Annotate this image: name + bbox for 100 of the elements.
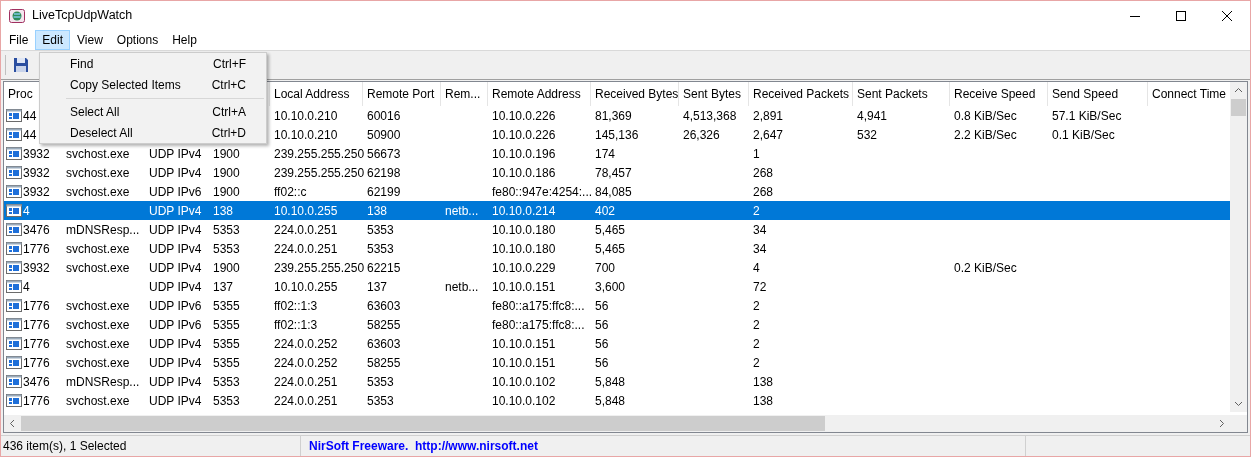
- table-cell-text: 224.0.0.252: [274, 354, 338, 372]
- table-cell[interactable]: 1776: [23, 353, 50, 372]
- table-cell[interactable]: 3932: [23, 258, 50, 277]
- table-cell-text: 5353: [367, 221, 394, 239]
- table-cell[interactable]: 44: [23, 106, 37, 125]
- table-cell-text: 268: [753, 183, 774, 201]
- table-cell-text: 50900: [367, 126, 401, 144]
- column-header[interactable]: Received Bytes: [591, 82, 679, 106]
- table-cell-text: 56: [595, 335, 609, 353]
- column-header[interactable]: Send Speed: [1048, 82, 1148, 106]
- table-cell-text: 10.10.0.151: [492, 278, 556, 296]
- table-cell-text: UDP IPv4: [149, 392, 202, 410]
- table-cell[interactable]: 1776: [23, 296, 50, 315]
- table-cell-text: svchost.exe: [66, 335, 130, 353]
- table-cell-text: 10.10.0.102: [492, 392, 556, 410]
- window-icon: [6, 356, 22, 369]
- table-cell-text: fe80::a175:ffc8:...: [492, 297, 585, 315]
- table-cell-text: 2,891: [753, 107, 784, 125]
- window-icon: [6, 109, 22, 122]
- menu-item[interactable]: View: [70, 30, 110, 50]
- table-cell[interactable]: 3476: [23, 220, 50, 239]
- website-link[interactable]: NirSoft Freeware. http://www.nirsoft.net: [303, 437, 538, 455]
- column-header[interactable]: Sent Packets: [853, 82, 950, 106]
- table-cell-text: netb...: [445, 202, 479, 220]
- table-cell-text: 63603: [367, 335, 401, 353]
- table-cell-text: 1900: [213, 145, 240, 163]
- table-cell-text: 700: [595, 259, 616, 277]
- table-cell-text: UDP IPv6: [149, 316, 202, 334]
- table-cell[interactable]: 3932: [23, 182, 50, 201]
- shortcut-text: Ctrl+F: [213, 55, 246, 73]
- table-cell-text: UDP IPv4: [149, 278, 202, 296]
- table-cell-text: 56: [595, 316, 609, 334]
- table-cell-text: 10.10.0.180: [492, 240, 556, 258]
- window-title: LiveTcpUdpWatch: [32, 7, 133, 25]
- table-cell-text: 224.0.0.251: [274, 240, 338, 258]
- window-icon: [6, 337, 22, 350]
- table-cell-text: 145,136: [595, 126, 639, 144]
- table-cell[interactable]: 3932: [23, 144, 50, 163]
- table-cell[interactable]: 1776: [23, 391, 50, 410]
- menu-option[interactable]: Deselect All Ctrl+D: [40, 122, 266, 143]
- menu-item[interactable]: File: [2, 30, 36, 50]
- window-icon: [6, 299, 22, 312]
- table-cell-text: 34: [753, 240, 767, 258]
- shortcut-text: Ctrl+C: [211, 76, 246, 94]
- column-header[interactable]: Receive Speed: [950, 82, 1048, 106]
- table-cell[interactable]: 1776: [23, 334, 50, 353]
- window-icon: [6, 394, 22, 407]
- table-cell-text: 10.10.0.180: [492, 221, 556, 239]
- table-cell-text: 56: [595, 297, 609, 315]
- table-cell[interactable]: 1776: [23, 239, 50, 258]
- table-cell-text: 5353: [367, 373, 394, 391]
- window-icon: [6, 166, 22, 179]
- table-cell-text: UDP IPv4: [149, 373, 202, 391]
- table-cell-text: 1900: [213, 183, 240, 201]
- table-cell-text: 62199: [367, 183, 401, 201]
- table-cell-text: 224.0.0.251: [274, 373, 338, 391]
- menu-item[interactable]: Edit: [35, 30, 71, 50]
- column-header[interactable]: Received Packets: [749, 82, 853, 106]
- table-cell-text: 268: [753, 164, 774, 182]
- table-cell-text: 58255: [367, 316, 401, 334]
- table-cell-text: 2: [753, 335, 760, 353]
- table-cell-text: 0.8 KiB/Sec: [954, 107, 1017, 125]
- table-cell-text: 0.2 KiB/Sec: [954, 259, 1017, 277]
- table-cell-text: 0.1 KiB/Sec: [1052, 126, 1115, 144]
- table-cell-text: svchost.exe: [66, 145, 130, 163]
- table-cell[interactable]: 1776: [23, 315, 50, 334]
- table-cell[interactable]: 3476: [23, 372, 50, 391]
- column-header[interactable]: Rem...: [441, 82, 488, 106]
- table-cell-text: svchost.exe: [66, 164, 130, 182]
- table-cell-text: mDNSResp...: [66, 373, 140, 391]
- table-cell-text: UDP IPv4: [149, 221, 202, 239]
- column-header[interactable]: Local Address: [270, 82, 363, 106]
- table-cell-text: 5353: [213, 392, 240, 410]
- table-cell[interactable]: 3932: [23, 163, 50, 182]
- menu-option[interactable]: Find Ctrl+F: [40, 53, 266, 74]
- table-cell-text: 239.255.255.250: [274, 145, 365, 163]
- table-cell-text: 5,465: [595, 221, 626, 239]
- table-cell-text: 10.10.0.186: [492, 164, 556, 182]
- window-icon: [6, 128, 22, 141]
- table-cell-text: 10.10.0.210: [274, 107, 338, 125]
- menu-item[interactable]: Help: [165, 30, 204, 50]
- table-cell-text: 5,848: [595, 373, 626, 391]
- table-cell[interactable]: 4: [23, 277, 30, 296]
- table-cell-text: 10.10.0.226: [492, 107, 556, 125]
- column-header[interactable]: Remote Port: [363, 82, 441, 106]
- table-cell-text: 138: [753, 392, 774, 410]
- table-cell-text: 4,941: [857, 107, 888, 125]
- menu-item[interactable]: Options: [109, 30, 166, 50]
- column-header[interactable]: Remote Address: [488, 82, 591, 106]
- table-cell-text: 5355: [213, 335, 240, 353]
- table-cell-text: 72: [753, 278, 767, 296]
- table-cell-text: 2: [753, 316, 760, 334]
- column-header[interactable]: Sent Bytes: [679, 82, 749, 106]
- table-cell-text: 2: [753, 354, 760, 372]
- table-cell-text: 78,457: [595, 164, 632, 182]
- table-cell-text: svchost.exe: [66, 240, 130, 258]
- table-cell-text: 10.10.0.151: [492, 335, 556, 353]
- table-cell[interactable]: 4: [23, 201, 30, 220]
- table-cell[interactable]: 44: [23, 125, 37, 144]
- table-cell-text: fe80::947e:4254:...: [492, 183, 593, 201]
